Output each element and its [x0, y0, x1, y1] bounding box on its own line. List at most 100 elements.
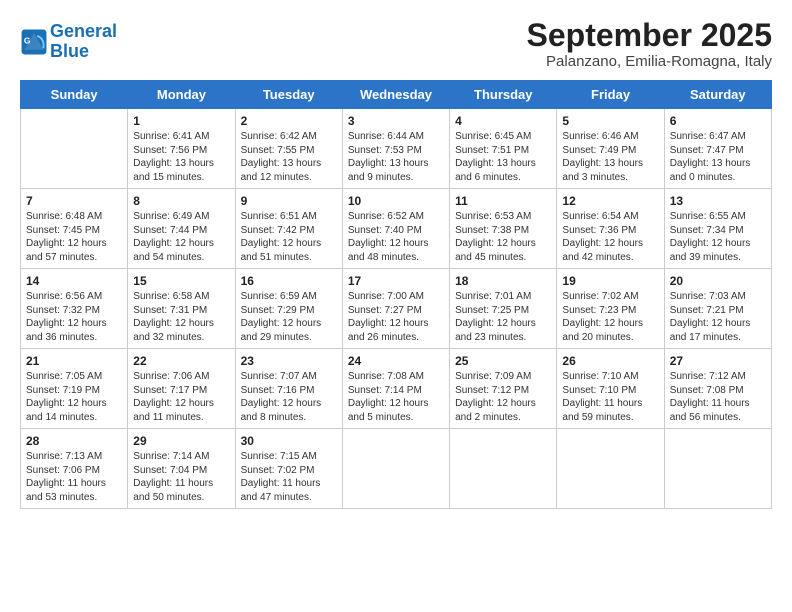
day-info: Sunrise: 7:07 AM Sunset: 7:16 PM Dayligh… [241, 370, 337, 424]
day-info: Sunrise: 7:12 AM Sunset: 7:08 PM Dayligh… [670, 370, 766, 424]
day-info: Sunrise: 6:59 AM Sunset: 7:29 PM Dayligh… [241, 290, 337, 344]
day-number: 30 [241, 434, 337, 448]
day-info: Sunrise: 6:58 AM Sunset: 7:31 PM Dayligh… [133, 290, 229, 344]
day-info: Sunrise: 6:49 AM Sunset: 7:44 PM Dayligh… [133, 210, 229, 264]
day-info: Sunrise: 7:03 AM Sunset: 7:21 PM Dayligh… [670, 290, 766, 344]
day-info: Sunrise: 6:51 AM Sunset: 7:42 PM Dayligh… [241, 210, 337, 264]
day-number: 2 [241, 114, 337, 128]
day-info: Sunrise: 7:05 AM Sunset: 7:19 PM Dayligh… [26, 370, 122, 424]
calendar-cell: 27Sunrise: 7:12 AM Sunset: 7:08 PM Dayli… [664, 349, 771, 429]
calendar-cell: 29 Sunrise: 7:14 AM Sunset: 7:04 PM Dayli… [128, 429, 235, 509]
calendar-table: SundayMondayTuesdayWednesdayThursdayFrid… [20, 80, 772, 509]
day-number: 13 [670, 194, 766, 208]
calendar-cell: 3 Sunrise: 6:44 AM Sunset: 7:53 PM Daylig… [342, 109, 449, 189]
calendar-cell: 8 Sunrise: 6:49 AM Sunset: 7:44 PM Daylig… [128, 189, 235, 269]
calendar-cell: 18 Sunrise: 7:01 AM Sunset: 7:25 PM Dayli… [450, 269, 557, 349]
calendar-cell: 28 Sunrise: 7:13 AM Sunset: 7:06 PM Dayli… [21, 429, 128, 509]
day-number: 10 [348, 194, 444, 208]
calendar-cell: 24 Sunrise: 7:08 AM Sunset: 7:14 PM Dayli… [342, 349, 449, 429]
calendar-cell: 17Sunrise: 7:00 AM Sunset: 7:27 PM Dayli… [342, 269, 449, 349]
calendar-cell: 15 Sunrise: 6:58 AM Sunset: 7:31 PM Dayli… [128, 269, 235, 349]
day-number: 9 [241, 194, 337, 208]
day-number: 29 [133, 434, 229, 448]
calendar-cell [450, 429, 557, 509]
weekday-header: Saturday [664, 81, 771, 109]
day-number: 8 [133, 194, 229, 208]
day-number: 15 [133, 274, 229, 288]
weekday-header: Thursday [450, 81, 557, 109]
day-info: Sunrise: 6:48 AM Sunset: 7:45 PM Dayligh… [26, 210, 122, 264]
day-number: 23 [241, 354, 337, 368]
day-number: 7 [26, 194, 122, 208]
logo-text: General Blue [50, 22, 117, 62]
weekday-header: Wednesday [342, 81, 449, 109]
calendar-cell: 30 Sunrise: 7:15 AM Sunset: 7:02 PM Dayli… [235, 429, 342, 509]
logo: G General Blue [20, 22, 117, 62]
calendar-cell: 19 Sunrise: 7:02 AM Sunset: 7:23 PM Dayli… [557, 269, 664, 349]
calendar-cell [21, 109, 128, 189]
calendar-cell: 11 Sunrise: 6:53 AM Sunset: 7:38 PM Dayli… [450, 189, 557, 269]
day-number: 24 [348, 354, 444, 368]
calendar-week-row: 1 Sunrise: 6:41 AM Sunset: 7:56 PM Daylig… [21, 109, 772, 189]
calendar-cell: 25Sunrise: 7:09 AM Sunset: 7:12 PM Dayli… [450, 349, 557, 429]
day-number: 18 [455, 274, 551, 288]
calendar-title: September 2025 [527, 18, 772, 53]
day-number: 1 [133, 114, 229, 128]
day-number: 26 [562, 354, 658, 368]
day-info: Sunrise: 7:00 AM Sunset: 7:27 PM Dayligh… [348, 290, 444, 344]
day-number: 3 [348, 114, 444, 128]
day-number: 21 [26, 354, 122, 368]
weekday-header: Friday [557, 81, 664, 109]
weekday-header: Tuesday [235, 81, 342, 109]
day-info: Sunrise: 7:02 AM Sunset: 7:23 PM Dayligh… [562, 290, 658, 344]
day-number: 19 [562, 274, 658, 288]
calendar-cell: 1 Sunrise: 6:41 AM Sunset: 7:56 PM Daylig… [128, 109, 235, 189]
calendar-subtitle: Palanzano, Emilia-Romagna, Italy [527, 53, 772, 70]
calendar-cell: 10 Sunrise: 6:52 AM Sunset: 7:40 PM Dayli… [342, 189, 449, 269]
day-info: Sunrise: 6:41 AM Sunset: 7:56 PM Dayligh… [133, 130, 229, 184]
weekday-header: Monday [128, 81, 235, 109]
calendar-week-row: 28 Sunrise: 7:13 AM Sunset: 7:06 PM Dayli… [21, 429, 772, 509]
day-info: Sunrise: 7:08 AM Sunset: 7:14 PM Dayligh… [348, 370, 444, 424]
day-number: 5 [562, 114, 658, 128]
calendar-cell: 20 Sunrise: 7:03 AM Sunset: 7:21 PM Dayli… [664, 269, 771, 349]
day-info: Sunrise: 6:46 AM Sunset: 7:49 PM Dayligh… [562, 130, 658, 184]
calendar-cell: 6 Sunrise: 6:47 AM Sunset: 7:47 PM Daylig… [664, 109, 771, 189]
day-info: Sunrise: 6:44 AM Sunset: 7:53 PM Dayligh… [348, 130, 444, 184]
day-number: 12 [562, 194, 658, 208]
calendar-cell: 9 Sunrise: 6:51 AM Sunset: 7:42 PM Daylig… [235, 189, 342, 269]
day-info: Sunrise: 6:47 AM Sunset: 7:47 PM Dayligh… [670, 130, 766, 184]
day-info: Sunrise: 7:01 AM Sunset: 7:25 PM Dayligh… [455, 290, 551, 344]
day-number: 25 [455, 354, 551, 368]
calendar-week-row: 21 Sunrise: 7:05 AM Sunset: 7:19 PM Dayli… [21, 349, 772, 429]
calendar-page: G General Blue September 2025 Palanzano,… [0, 0, 792, 612]
day-info: Sunrise: 7:15 AM Sunset: 7:02 PM Dayligh… [241, 450, 337, 504]
day-info: Sunrise: 7:14 AM Sunset: 7:04 PM Dayligh… [133, 450, 229, 504]
day-info: Sunrise: 7:13 AM Sunset: 7:06 PM Dayligh… [26, 450, 122, 504]
weekday-header: Sunday [21, 81, 128, 109]
day-info: Sunrise: 6:56 AM Sunset: 7:32 PM Dayligh… [26, 290, 122, 344]
day-number: 16 [241, 274, 337, 288]
calendar-cell [557, 429, 664, 509]
day-number: 6 [670, 114, 766, 128]
calendar-week-row: 14 Sunrise: 6:56 AM Sunset: 7:32 PM Dayli… [21, 269, 772, 349]
calendar-cell: 4 Sunrise: 6:45 AM Sunset: 7:51 PM Daylig… [450, 109, 557, 189]
calendar-cell: 26Sunrise: 7:10 AM Sunset: 7:10 PM Dayli… [557, 349, 664, 429]
day-number: 4 [455, 114, 551, 128]
day-info: Sunrise: 6:53 AM Sunset: 7:38 PM Dayligh… [455, 210, 551, 264]
svg-text:G: G [24, 35, 31, 45]
day-number: 11 [455, 194, 551, 208]
day-number: 28 [26, 434, 122, 448]
day-info: Sunrise: 6:52 AM Sunset: 7:40 PM Dayligh… [348, 210, 444, 264]
day-info: Sunrise: 6:45 AM Sunset: 7:51 PM Dayligh… [455, 130, 551, 184]
header: G General Blue September 2025 Palanzano,… [20, 18, 772, 70]
day-info: Sunrise: 6:42 AM Sunset: 7:55 PM Dayligh… [241, 130, 337, 184]
calendar-cell: 7 Sunrise: 6:48 AM Sunset: 7:45 PM Daylig… [21, 189, 128, 269]
calendar-cell: 5 Sunrise: 6:46 AM Sunset: 7:49 PM Daylig… [557, 109, 664, 189]
calendar-cell [664, 429, 771, 509]
day-number: 20 [670, 274, 766, 288]
logo-icon: G [20, 28, 48, 56]
day-number: 14 [26, 274, 122, 288]
calendar-cell [342, 429, 449, 509]
calendar-cell: 14 Sunrise: 6:56 AM Sunset: 7:32 PM Dayli… [21, 269, 128, 349]
